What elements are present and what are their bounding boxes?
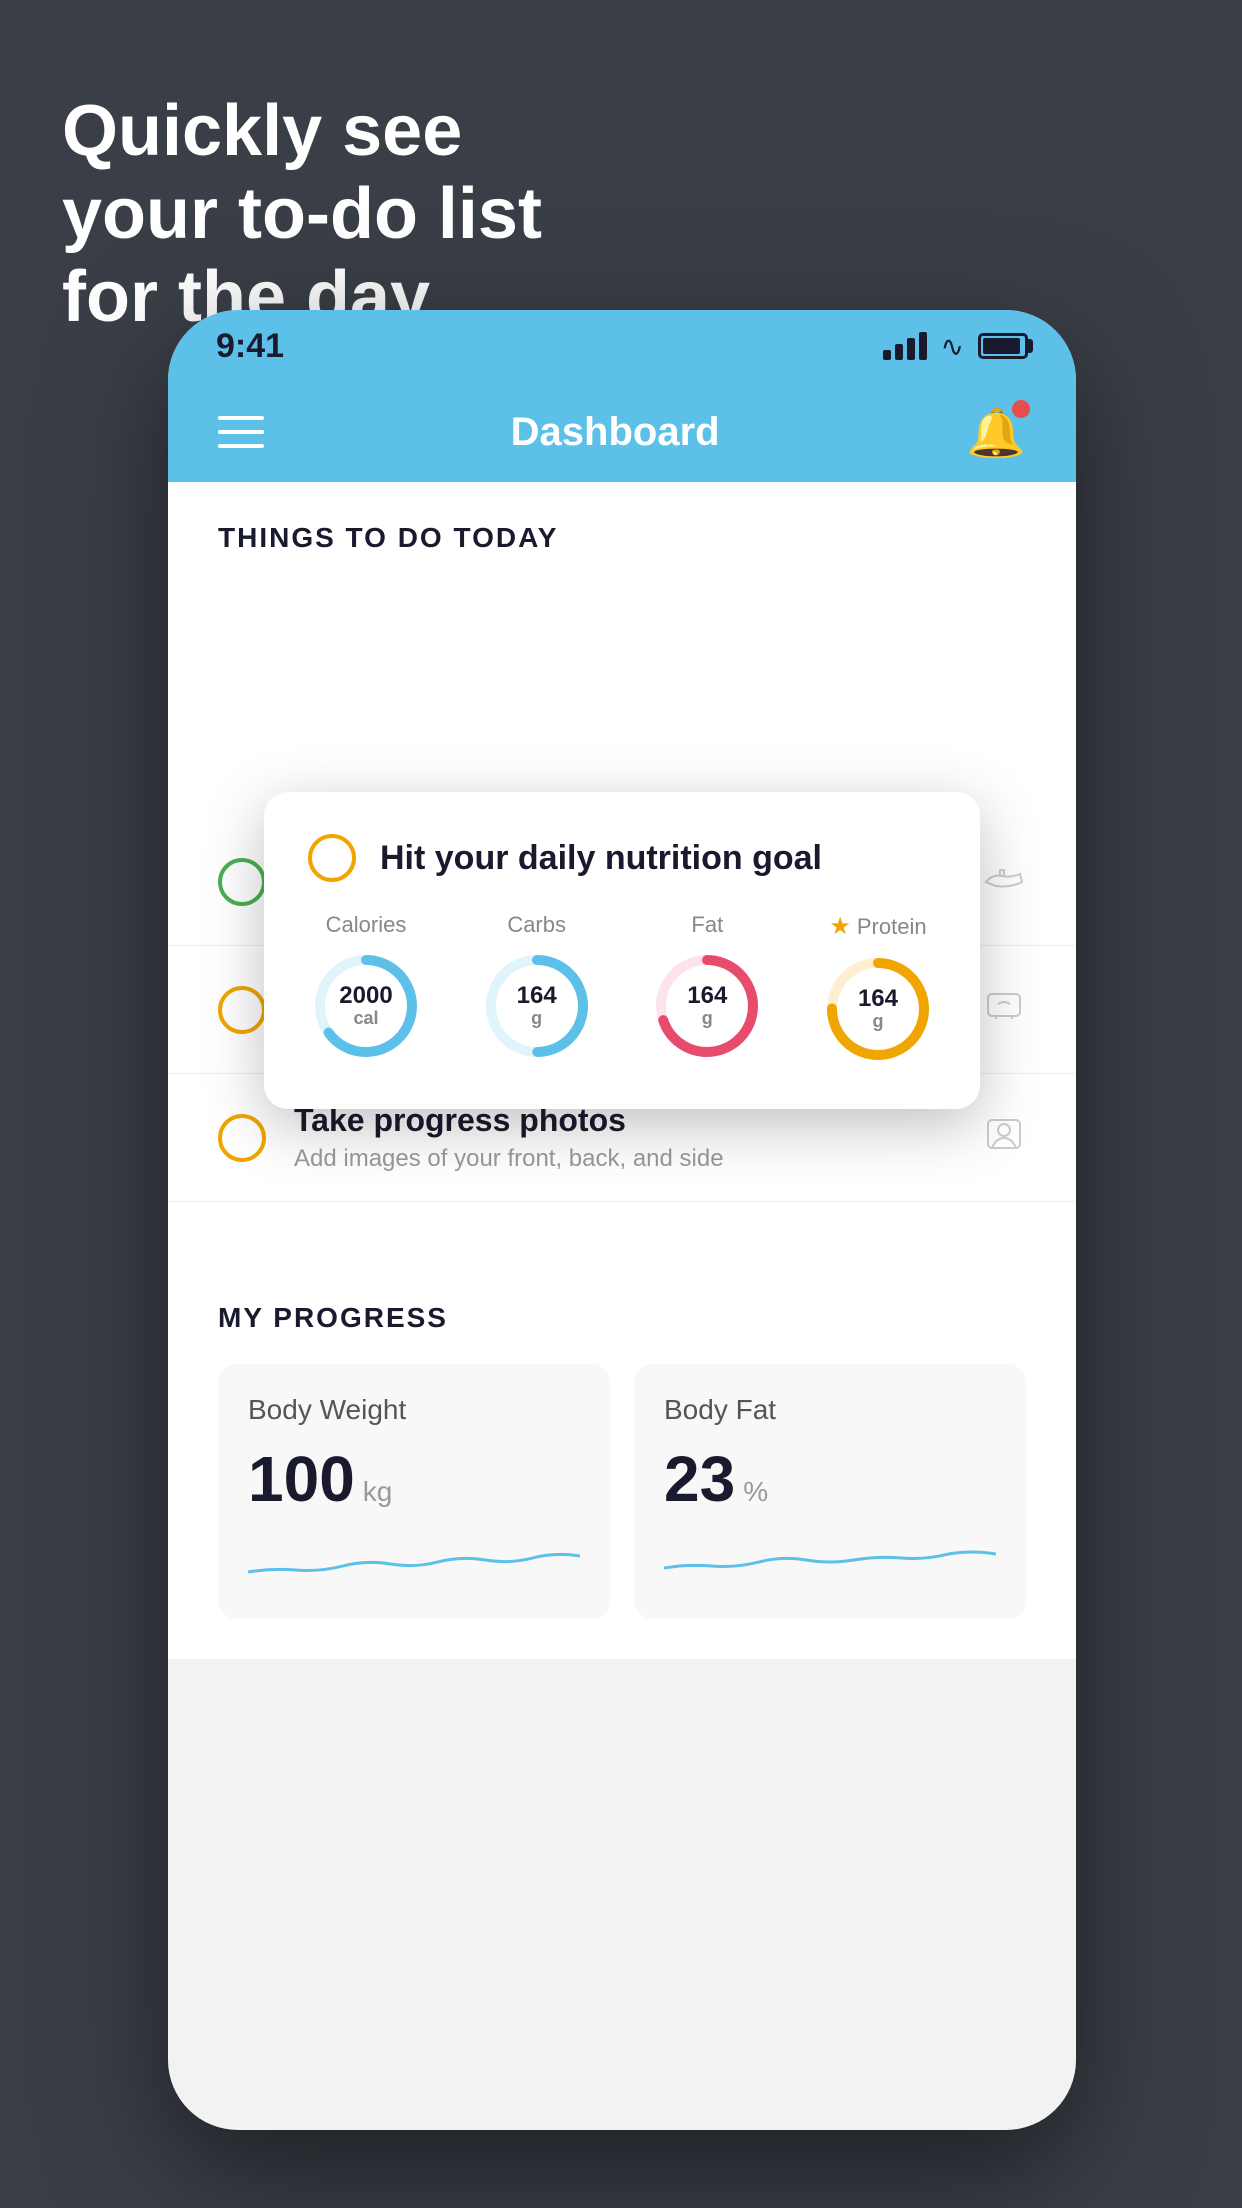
- progress-cards: Body Weight 100 kg Body Fat 23 %: [218, 1364, 1026, 1619]
- nutrition-row: Calories 2000 cal Carbs: [308, 912, 936, 1067]
- status-icons: ∿: [883, 330, 1028, 363]
- nav-title: Dashboard: [511, 410, 720, 455]
- fat-value: 164 g: [687, 983, 727, 1029]
- fat-wave-chart: [664, 1536, 996, 1584]
- calories-value: 2000 cal: [339, 983, 392, 1029]
- things-to-do-header: THINGS TO DO TODAY: [168, 482, 1076, 578]
- nutrition-item-fat: Fat 164 g: [649, 912, 765, 1064]
- carbs-value: 164 g: [517, 983, 557, 1029]
- progress-number-weight: 100: [248, 1442, 355, 1516]
- carbs-donut: 164 g: [479, 948, 595, 1064]
- carbs-label: Carbs: [507, 912, 566, 938]
- nutrition-circle-indicator[interactable]: [308, 834, 356, 882]
- progress-card-body-weight[interactable]: Body Weight 100 kg: [218, 1364, 610, 1619]
- scale-icon: [982, 982, 1026, 1037]
- hamburger-menu[interactable]: [218, 416, 264, 448]
- shoe-icon: [982, 854, 1026, 909]
- calories-label: Calories: [326, 912, 407, 938]
- person-photo-icon: [982, 1110, 1026, 1165]
- notification-bell-icon[interactable]: 🔔: [966, 404, 1026, 461]
- todo-subtitle-progress-photos: Add images of your front, back, and side: [294, 1145, 954, 1173]
- todo-circle-progress-photos[interactable]: [218, 1114, 266, 1162]
- nutrition-card-title: Hit your daily nutrition goal: [380, 839, 822, 878]
- todo-circle-running[interactable]: [218, 858, 266, 906]
- headline: Quickly see your to-do list for the day.: [62, 90, 542, 338]
- todo-content-progress-photos: Take progress photos Add images of your …: [294, 1102, 954, 1173]
- wifi-icon: ∿: [941, 330, 964, 363]
- nutrition-item-protein: ★ Protein 164 g: [820, 912, 936, 1067]
- progress-card-title-weight: Body Weight: [248, 1394, 580, 1426]
- nav-bar: Dashboard 🔔: [168, 382, 1076, 482]
- status-time: 9:41: [216, 327, 284, 366]
- fat-label: Fat: [691, 912, 723, 938]
- protein-label: Protein: [857, 914, 927, 940]
- nutrition-card: Hit your daily nutrition goal Calories 2…: [264, 792, 980, 1109]
- progress-value-weight: 100 kg: [248, 1442, 580, 1516]
- progress-section: MY PROGRESS Body Weight 100 kg Body Fat: [168, 1262, 1076, 1659]
- progress-section-header: MY PROGRESS: [218, 1302, 1026, 1334]
- progress-unit-fat: %: [743, 1476, 768, 1508]
- battery-icon: [978, 333, 1028, 359]
- nutrition-item-carbs: Carbs 164 g: [479, 912, 595, 1064]
- signal-icon: [883, 332, 927, 360]
- calories-donut: 2000 cal: [308, 948, 424, 1064]
- protein-donut: 164 g: [820, 951, 936, 1067]
- star-icon: ★: [829, 912, 851, 941]
- progress-number-fat: 23: [664, 1442, 735, 1516]
- progress-unit-weight: kg: [363, 1476, 393, 1508]
- nutrition-card-title-row: Hit your daily nutrition goal: [308, 834, 936, 882]
- progress-card-title-fat: Body Fat: [664, 1394, 996, 1426]
- nutrition-item-calories: Calories 2000 cal: [308, 912, 424, 1064]
- todo-circle-body-stats[interactable]: [218, 986, 266, 1034]
- progress-value-fat: 23 %: [664, 1442, 996, 1516]
- weight-wave-chart: [248, 1536, 580, 1584]
- status-bar: 9:41 ∿: [168, 310, 1076, 382]
- notification-dot: [1012, 400, 1030, 418]
- protein-label-row: ★ Protein: [829, 912, 926, 941]
- protein-value: 164 g: [858, 986, 898, 1032]
- fat-donut: 164 g: [649, 948, 765, 1064]
- progress-card-body-fat[interactable]: Body Fat 23 %: [634, 1364, 1026, 1619]
- phone-frame: 9:41 ∿ Dashboard 🔔 THINGS TO DO TODAY: [168, 310, 1076, 2130]
